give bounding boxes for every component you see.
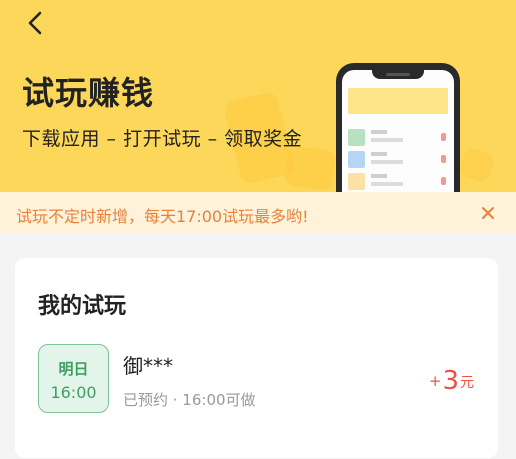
reward-sign: + — [428, 372, 442, 390]
notice-close-button[interactable] — [479, 204, 497, 222]
trial-app-name[interactable]: 御*** — [123, 350, 173, 379]
page-title: 试玩赚钱 — [22, 74, 155, 112]
chevron-left-icon — [28, 11, 42, 35]
notice-text: 试玩不定时新增，每天17:00试玩最多哟! — [16, 207, 309, 226]
trial-time-label: 16:00 — [50, 383, 97, 402]
back-button[interactable] — [18, 6, 52, 40]
trial-date-label: 明日 — [58, 360, 89, 378]
phone-screen — [342, 70, 454, 192]
reward-unit: 元 — [460, 375, 474, 391]
trial-date-badge: 明日 16:00 — [38, 344, 109, 413]
trial-reward: +3元 — [429, 366, 474, 396]
phone-illustration — [336, 63, 460, 192]
phone-row — [348, 129, 448, 147]
notice-bar: 试玩不定时新增，每天17:00试玩最多哟! — [0, 192, 516, 234]
decor-block — [283, 144, 337, 192]
phone-banner — [348, 88, 448, 114]
close-icon — [482, 207, 494, 219]
card-title: 我的试玩 — [38, 294, 127, 319]
phone-notch — [372, 70, 424, 79]
my-trials-card: 我的试玩 明日 16:00 御*** 已预约 · 16:00可做 +3元 — [15, 258, 498, 458]
trial-status: 已预约 · 16:00可做 — [123, 391, 256, 409]
phone-row — [348, 173, 448, 191]
page-subtitle: 下载应用 – 打开试玩 – 领取奖金 — [22, 128, 303, 150]
phone-row — [348, 151, 448, 169]
decor-block — [457, 145, 497, 185]
reward-amount: 3 — [442, 366, 459, 396]
header-banner: 试玩赚钱 下载应用 – 打开试玩 – 领取奖金 — [0, 0, 516, 192]
